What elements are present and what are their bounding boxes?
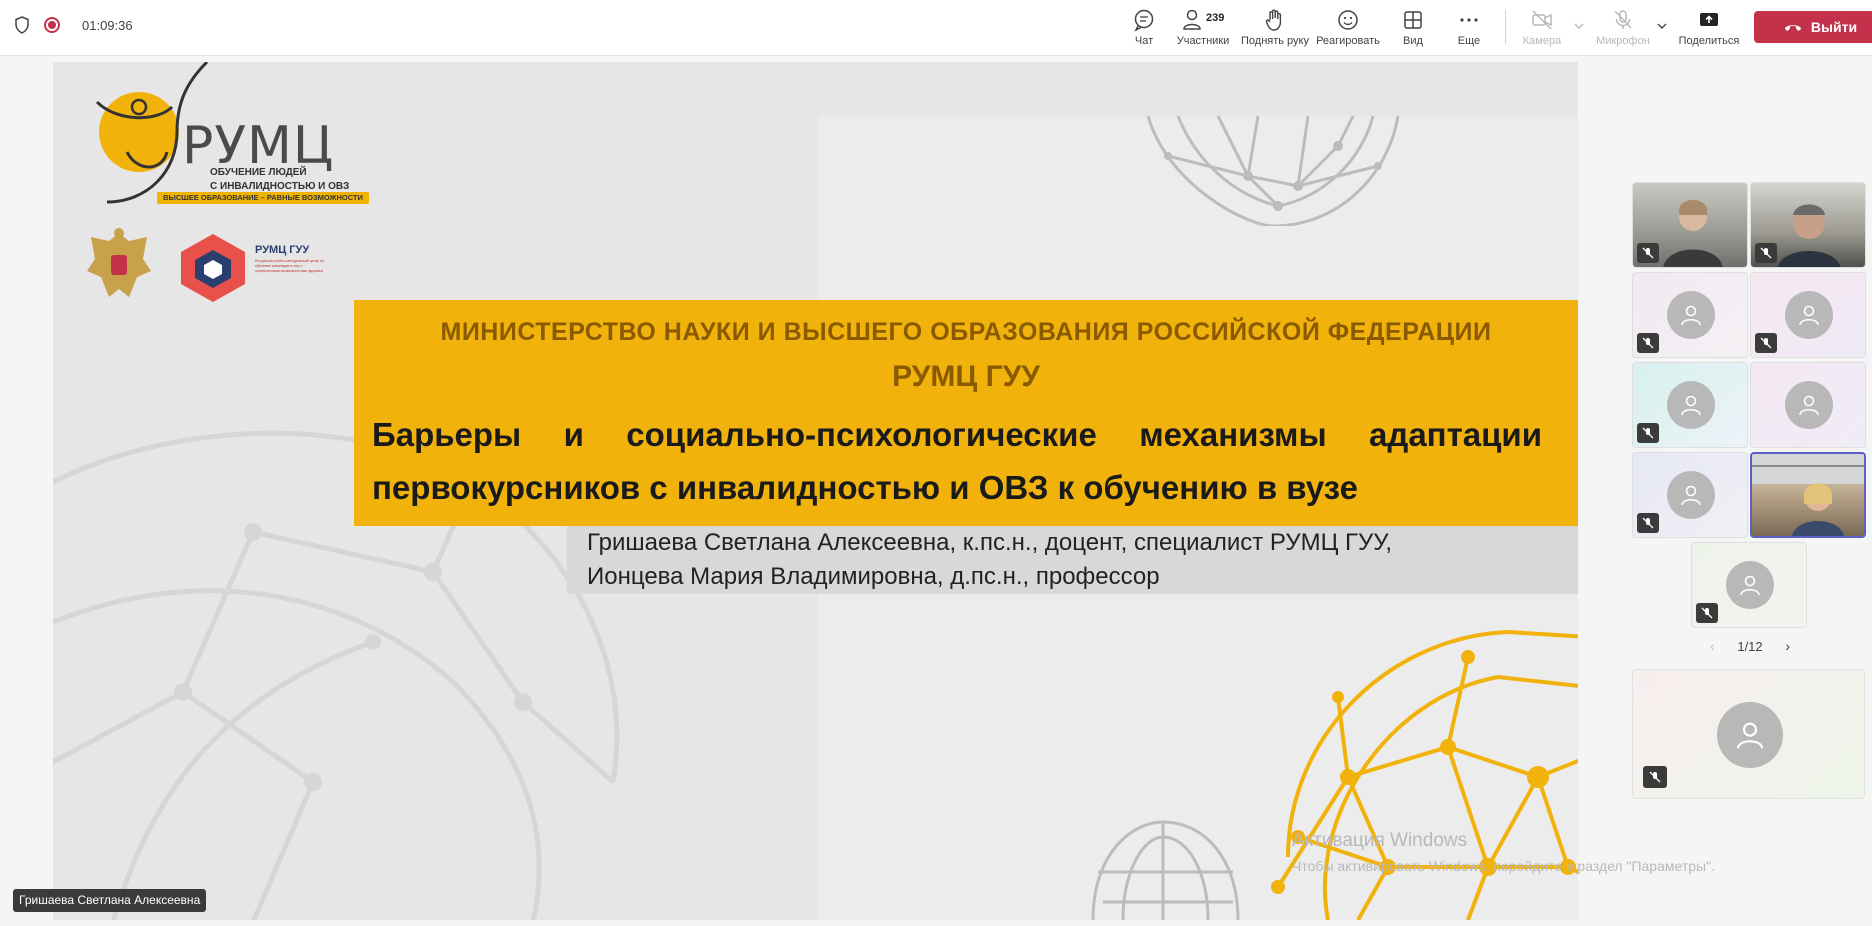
share-label: Поделиться xyxy=(1678,35,1740,47)
mic-off-icon xyxy=(1637,243,1659,263)
share-screen-icon xyxy=(1700,13,1718,26)
person-icon xyxy=(1681,395,1701,416)
microphone-label: Микрофон xyxy=(1596,35,1650,47)
mic-off-icon xyxy=(1696,603,1718,623)
react-label: Реагировать xyxy=(1316,35,1380,47)
more-button[interactable]: Еще xyxy=(1434,8,1504,47)
yellow-globe-decoration xyxy=(1271,629,1578,920)
avatar xyxy=(1785,291,1833,339)
participant-video-frame xyxy=(1752,454,1864,536)
avatar xyxy=(1785,381,1833,429)
windows-activation-text: Чтобы активировать Windows, перейдите в … xyxy=(1292,858,1715,874)
avatar xyxy=(1667,471,1715,519)
mic-off-icon xyxy=(1637,333,1659,353)
ministry-heading: МИНИСТЕРСТВО НАУКИ И ВЫСШЕГО ОБРАЗОВАНИЯ… xyxy=(440,318,1492,346)
camera-button[interactable]: Камера xyxy=(1507,8,1577,47)
hand-icon xyxy=(1265,9,1282,31)
mic-off-icon xyxy=(1637,423,1659,443)
participant-avatar-tile[interactable] xyxy=(1691,542,1807,628)
raise-hand-button[interactable]: Поднять руку xyxy=(1238,8,1312,47)
avatar xyxy=(1717,702,1783,768)
meeting-toolbar: 01:09:36 Чат 239 Участники Поднять руку … xyxy=(0,0,1872,56)
participant-avatar-tile[interactable] xyxy=(1632,272,1748,358)
participant-video-tile[interactable] xyxy=(1750,182,1866,268)
guu-logo-icon xyxy=(181,234,245,302)
authors-block: Гришаева Светлана Алексеевна, к.пс.н., д… xyxy=(567,526,1578,594)
participants-button[interactable]: 239 Участники xyxy=(1168,8,1238,47)
camera-label: Камера xyxy=(1522,35,1562,47)
previous-page-chevron-icon[interactable]: ‹ xyxy=(1710,638,1715,654)
grid-icon xyxy=(1404,11,1422,29)
toolbar-divider xyxy=(1505,10,1506,44)
chat-icon xyxy=(1134,9,1154,32)
shared-screen: РУМЦ ОБУЧЕНИЕ ЛЮДЕЙ С ИНВАЛИДНОСТЬЮ И ОВ… xyxy=(53,62,1578,920)
people-icon xyxy=(1183,9,1201,30)
organization-heading: РУМЦ ГУУ xyxy=(892,360,1040,393)
raise-hand-label: Поднять руку xyxy=(1241,35,1309,47)
gallery-page-indicator: 1/12 xyxy=(1737,638,1763,654)
person-icon xyxy=(1799,305,1819,326)
camera-off-icon xyxy=(1532,10,1552,30)
react-button[interactable]: Реагировать xyxy=(1313,8,1383,47)
presenter-name-tag: Гришаева Светлана Алексеевна xyxy=(13,889,207,912)
more-label: Еще xyxy=(1457,35,1481,47)
self-view-tile[interactable] xyxy=(1632,669,1865,799)
avatar xyxy=(1667,381,1715,429)
network-globe-decoration xyxy=(1146,116,1400,226)
mic-off-icon xyxy=(1755,243,1777,263)
gray-globe-bottom-decoration xyxy=(1091,820,1240,920)
meeting-timer: 01:09:36 xyxy=(82,17,133,33)
active-speaker-video-tile[interactable] xyxy=(1750,452,1866,538)
shield-icon xyxy=(15,16,29,34)
participant-avatar-tile[interactable] xyxy=(1750,362,1866,448)
next-page-chevron-icon[interactable]: › xyxy=(1785,638,1790,654)
person-icon xyxy=(1681,485,1701,506)
person-icon xyxy=(1740,575,1760,596)
title-banner: МИНИСТЕРСТВО НАУКИ И ВЫСШЕГО ОБРАЗОВАНИЯ… xyxy=(354,300,1578,526)
guu-logo-small-text: Ресурсный учебно-методический центр по о… xyxy=(255,259,325,273)
leave-label: Выйти xyxy=(1810,19,1858,35)
microphone-button[interactable]: Микрофон xyxy=(1588,8,1658,47)
avatar xyxy=(1667,291,1715,339)
rumc-logo-subtitle-line1: ОБУЧЕНИЕ ЛЮДЕЙ xyxy=(210,167,307,178)
mic-off-icon xyxy=(1637,513,1659,533)
guu-logo-text: РУМЦ ГУУ xyxy=(255,244,310,256)
person-icon xyxy=(1681,305,1701,326)
person-icon xyxy=(1736,722,1764,749)
windows-activation-title: Активация Windows xyxy=(1292,830,1468,851)
mic-off-icon xyxy=(1643,766,1667,788)
participant-avatar-tile[interactable] xyxy=(1750,272,1866,358)
microphone-options-chevron-icon[interactable] xyxy=(1656,20,1668,32)
coat-of-arms-icon xyxy=(87,228,151,297)
leave-button[interactable]: Выйти xyxy=(1754,11,1872,43)
person-icon xyxy=(1799,395,1819,416)
author-line-2: Ионцева Мария Владимировна, д.пс.н., про… xyxy=(587,563,1160,590)
chat-label: Чат xyxy=(1134,35,1154,47)
gallery-pager: ‹ 1/12 › xyxy=(1710,638,1790,654)
slide-title: Барьеры и социально-психологические меха… xyxy=(372,416,1542,506)
view-label: Вид xyxy=(1403,35,1423,47)
recording-icon xyxy=(44,17,60,33)
smile-icon xyxy=(1338,10,1358,30)
more-dots-icon xyxy=(1460,18,1478,22)
rumc-logo: РУМЦ ОБУЧЕНИЕ ЛЮДЕЙ С ИНВАЛИДНОСТЬЮ И ОВ… xyxy=(77,62,369,222)
share-button[interactable]: Поделиться xyxy=(1674,8,1744,47)
mic-off-icon xyxy=(1614,10,1632,29)
meeting-status: 01:09:36 xyxy=(14,16,133,34)
participants-count: 239 xyxy=(1206,12,1225,24)
camera-options-chevron-icon[interactable] xyxy=(1573,20,1585,32)
participant-avatar-tile[interactable] xyxy=(1632,452,1748,538)
avatar xyxy=(1726,561,1774,609)
hang-up-icon xyxy=(1784,25,1801,31)
participants-label: Участники xyxy=(1176,35,1230,47)
rumc-logo-subtitle: ОБУЧЕНИЕ ЛЮДЕЙ С ИНВАЛИДНОСТЬЮ И ОВЗ xyxy=(210,166,349,194)
mic-off-icon xyxy=(1755,333,1777,353)
participant-video-tile[interactable] xyxy=(1632,182,1748,268)
participant-avatar-tile[interactable] xyxy=(1632,362,1748,448)
rumc-logo-tagline: ВЫСШЕЕ ОБРАЗОВАНИЕ – РАВНЫЕ ВОЗМОЖНОСТИ xyxy=(157,192,369,204)
author-line-1: Гришаева Светлана Алексеевна, к.пс.н., д… xyxy=(587,529,1393,556)
